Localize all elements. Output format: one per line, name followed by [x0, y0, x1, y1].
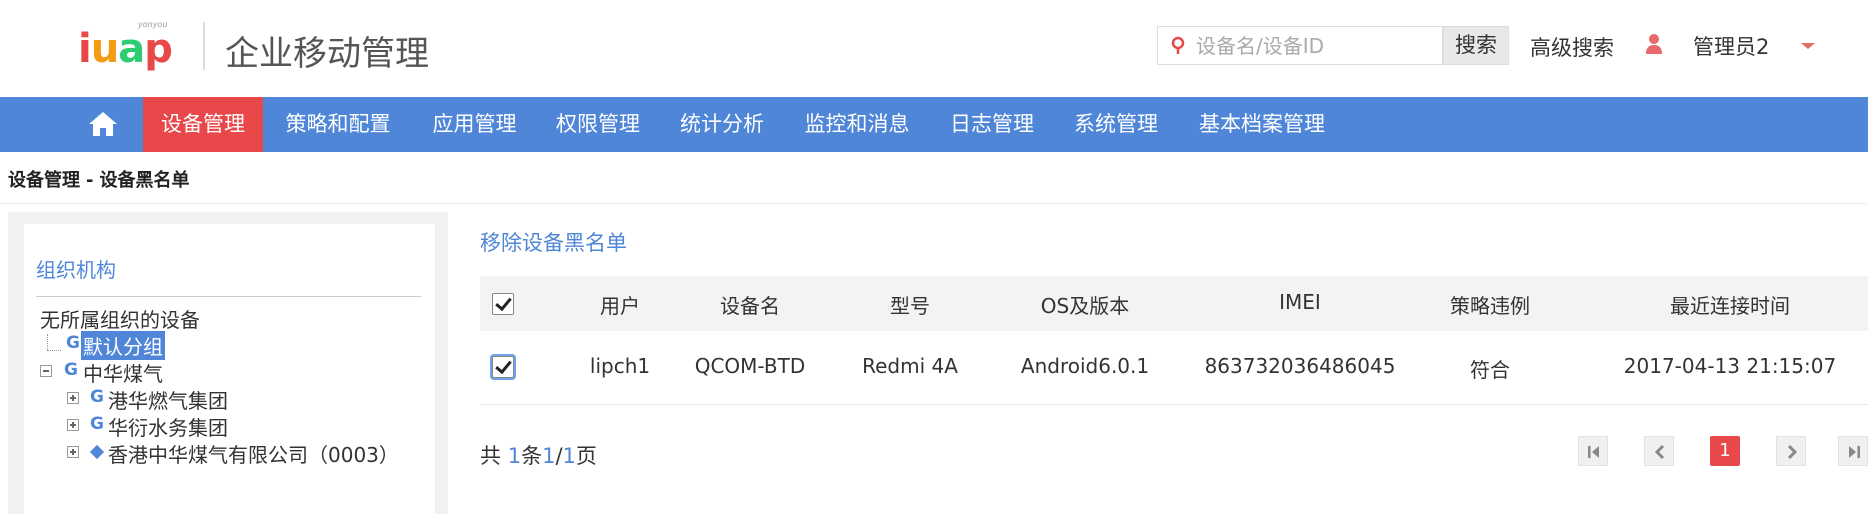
breadcrumb-current: 设备黑名单: [99, 170, 190, 191]
user-name[interactable]: 管理员2: [1693, 31, 1769, 61]
column-header-model[interactable]: 型号: [855, 290, 965, 319]
total-count: 1: [507, 444, 522, 468]
last-page-button[interactable]: [1838, 436, 1868, 466]
tree-connector: [47, 334, 48, 350]
column-header-last-connection[interactable]: 最近连接时间: [1610, 290, 1850, 319]
column-header-user[interactable]: 用户: [580, 290, 660, 319]
group-g-icon: G: [66, 333, 80, 353]
chevron-right-icon: [1787, 444, 1798, 460]
expand-icon[interactable]: [67, 446, 79, 458]
sidebar-divider: [36, 296, 421, 297]
advanced-search-link[interactable]: 高级搜索: [1530, 32, 1614, 62]
expand-icon[interactable]: [67, 419, 79, 431]
prev-page-button[interactable]: [1644, 436, 1674, 466]
nav-item-app-management[interactable]: 应用管理: [413, 97, 536, 152]
main-nav: 设备管理 策略和配置 应用管理 权限管理 统计分析 监控和消息 日志管理 系统管…: [0, 97, 1868, 152]
first-page-button[interactable]: [1578, 436, 1608, 466]
column-header-device-name[interactable]: 设备名: [685, 290, 815, 319]
org-sidebar: 组织机构 无所属组织的设备 G 默认分组 G 中华煤气 G 港华燃气集团 G 华…: [8, 212, 448, 514]
page-suffix: 页: [575, 444, 597, 468]
total-prefix: 共: [480, 444, 501, 468]
home-icon[interactable]: [88, 111, 118, 137]
cell-policy-violation: 符合: [1470, 358, 1510, 382]
logo-divider: [203, 22, 205, 70]
iuap-logo[interactable]: yonyou iuap: [78, 20, 178, 76]
user-icon: [1645, 33, 1663, 55]
cell-user: lipch1: [589, 354, 651, 378]
total-summary: 共 1条1/1页: [480, 440, 597, 470]
table-row[interactable]: lipch1 QCOM-BTD Redmi 4A Android6.0.1 86…: [480, 331, 1868, 405]
breadcrumb-parent[interactable]: 设备管理: [8, 170, 80, 191]
cell-imei: 863732036486045: [1204, 354, 1396, 378]
select-all-checkbox[interactable]: [492, 293, 514, 315]
cell-os-version: Android6.0.1: [1020, 354, 1150, 378]
nav-item-statistics[interactable]: 统计分析: [660, 97, 784, 152]
chevron-down-icon[interactable]: [1801, 43, 1815, 49]
breadcrumb-divider: [0, 203, 1868, 204]
group-g-icon: G: [64, 360, 78, 380]
breadcrumb-separator: -: [86, 170, 94, 191]
remove-blacklist-link[interactable]: 移除设备黑名单: [480, 227, 627, 257]
last-page-icon: [1849, 446, 1860, 458]
logo-wordmark: iuap: [78, 26, 173, 72]
cell-last-connection: 2017-04-13 21:15:07: [1623, 354, 1837, 378]
page-current: 1: [542, 444, 556, 468]
page-total: 1: [562, 444, 576, 468]
app-header: yonyou iuap 企业移动管理 搜索 高级搜索 管理员2: [0, 0, 1868, 97]
search-input[interactable]: [1196, 27, 1436, 64]
table-header: 用户 设备名 型号 OS及版本 IMEI 策略违例 最近连接时间: [480, 276, 1868, 331]
tree-item-label[interactable]: 港华燃气集团: [108, 385, 228, 414]
search-box[interactable]: [1157, 26, 1443, 65]
nav-item-device-management[interactable]: 设备管理: [143, 97, 263, 152]
nav-item-monitoring-messages[interactable]: 监控和消息: [784, 97, 930, 152]
collapse-icon[interactable]: [40, 365, 52, 377]
search-button[interactable]: 搜索: [1443, 26, 1509, 65]
nav-item-log-management[interactable]: 日志管理: [930, 97, 1054, 152]
sidebar-title: 组织机构: [36, 258, 116, 282]
nav-item-basic-archive[interactable]: 基本档案管理: [1178, 97, 1346, 152]
column-header-imei[interactable]: IMEI: [1200, 290, 1400, 314]
group-g-icon: G: [90, 387, 104, 407]
column-header-policy-violation[interactable]: 策略违例: [1430, 290, 1550, 319]
diamond-icon: [89, 444, 105, 460]
tree-item-label[interactable]: 香港中华煤气有限公司（0003）: [108, 439, 399, 468]
cell-device-name: QCOM-BTD: [694, 354, 806, 378]
breadcrumb: 设备管理 - 设备黑名单: [8, 166, 189, 192]
nav-item-system-management[interactable]: 系统管理: [1054, 97, 1178, 152]
total-unit: 条: [521, 444, 543, 468]
tree-connector: [47, 350, 61, 351]
app-title: 企业移动管理: [225, 34, 429, 74]
cell-model: Redmi 4A: [862, 354, 958, 378]
next-page-button[interactable]: [1776, 436, 1806, 466]
org-tree-panel: 组织机构 无所属组织的设备 G 默认分组 G 中华煤气 G 港华燃气集团 G 华…: [24, 224, 435, 514]
tree-item-label[interactable]: 无所属组织的设备: [40, 304, 200, 333]
page-separator: /: [555, 444, 563, 468]
tree-item-label[interactable]: 华衍水务集团: [108, 412, 228, 441]
group-g-icon: G: [90, 414, 104, 434]
chevron-left-icon: [1654, 444, 1665, 460]
location-pin-icon: [1170, 36, 1186, 56]
page-number-button[interactable]: 1: [1710, 436, 1740, 466]
tree-item-label[interactable]: 中华煤气: [83, 358, 163, 387]
first-page-icon: [1588, 446, 1599, 458]
expand-icon[interactable]: [67, 392, 79, 404]
nav-item-policy-config[interactable]: 策略和配置: [263, 97, 413, 152]
nav-item-permission-management[interactable]: 权限管理: [536, 97, 660, 152]
tree-item-label[interactable]: 默认分组: [81, 331, 165, 360]
row-checkbox[interactable]: [492, 356, 514, 378]
column-header-os-version[interactable]: OS及版本: [1010, 290, 1160, 319]
